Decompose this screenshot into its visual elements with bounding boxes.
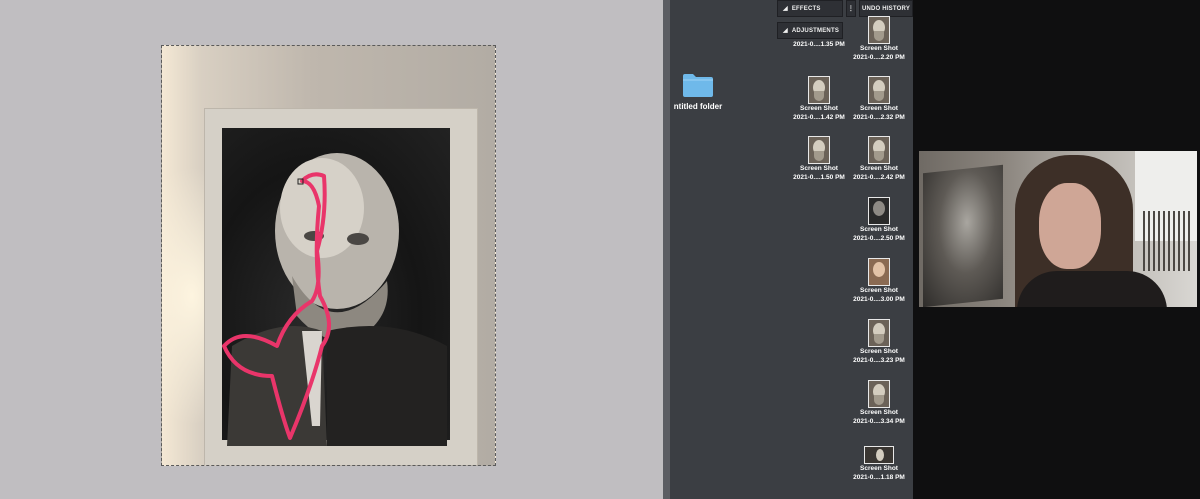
file-date: 2021-0....1.50 PM (793, 174, 845, 181)
adjustments-tab-label: ADJUSTMENTS (791, 28, 840, 34)
triangle-icon: ◢ (783, 6, 788, 12)
screenshot-thumbnail (868, 319, 890, 347)
file-item[interactable]: Screen Shot 2021-0....2.20 PM (848, 16, 910, 62)
file-date: 2021-0....1.35 PM (793, 41, 845, 48)
file-name: Screen Shot (800, 105, 838, 112)
screenshot-thumbnail (808, 76, 830, 104)
file-date: 2021-0....3.34 PM (853, 418, 905, 425)
portrait-coat-right (327, 326, 447, 446)
file-date: 2021-0....3.00 PM (853, 296, 905, 303)
undo-history-tab[interactable]: UNDO HISTORY (859, 0, 913, 17)
folder-label: ntitled folder (673, 102, 723, 111)
file-item[interactable]: Screen Shot 2021-0....3.23 PM (848, 319, 910, 365)
effects-tab[interactable]: ◢ EFFECTS (777, 0, 843, 17)
video-call-panel (913, 0, 1200, 499)
file-name: Screen Shot (860, 226, 898, 233)
file-item[interactable]: Screen Shot 2021-0....2.50 PM (848, 197, 910, 243)
image-canvas[interactable] (0, 0, 663, 499)
portrait-painting (923, 164, 1003, 307)
panel-divider[interactable] (663, 0, 670, 499)
desktop-area: ntitled folder ◢ EFFECTS ⋮ UNDO HISTORY ◢… (670, 0, 913, 499)
file-item[interactable]: Screen Shot 2021-0....1.50 PM (788, 136, 850, 182)
file-item[interactable]: Screen Shot 2021-0....3.34 PM (848, 380, 910, 426)
adjustments-tab[interactable]: ◢ ADJUSTMENTS (777, 22, 843, 39)
file-item[interactable]: 2021-0....1.35 PM (788, 40, 850, 49)
file-name: Screen Shot (860, 465, 898, 472)
panel-menu-button[interactable]: ⋮ (846, 0, 856, 17)
file-date: 2021-0....2.32 PM (853, 114, 905, 121)
folder-icon (682, 72, 714, 98)
effects-tab-label: EFFECTS (791, 6, 821, 12)
screenshot-thumbnail (868, 16, 890, 44)
file-name: Screen Shot (860, 348, 898, 355)
file-date: 2021-0....2.20 PM (853, 54, 905, 61)
file-name: Screen Shot (800, 165, 838, 172)
file-item[interactable]: Screen Shot 2021-0....1.42 PM (788, 76, 850, 122)
participant-face (1039, 183, 1101, 269)
desktop-folder[interactable]: ntitled folder (672, 72, 724, 111)
file-item[interactable]: Screen Shot 2021-0....2.32 PM (848, 76, 910, 122)
participant-body (1017, 271, 1167, 307)
file-date: 2021-0....2.50 PM (853, 235, 905, 242)
screenshot-thumbnail (864, 446, 894, 464)
vertical-dots-icon: ⋮ (847, 6, 855, 12)
file-item[interactable]: Screen Shot 2021-0....1.18 PM (848, 446, 910, 482)
undo-history-tab-label: UNDO HISTORY (861, 6, 911, 12)
screenshot-thumbnail (868, 380, 890, 408)
triangle-icon: ◢ (783, 28, 788, 34)
screenshot-thumbnail (868, 136, 890, 164)
screenshot-thumbnail (868, 76, 890, 104)
file-item[interactable]: Screen Shot 2021-0....3.00 PM (848, 258, 910, 304)
file-name: Screen Shot (860, 409, 898, 416)
file-item[interactable]: Screen Shot 2021-0....2.42 PM (848, 136, 910, 182)
portrait-eye-right (347, 233, 369, 245)
screenshot-thumbnail (868, 258, 890, 286)
file-date: 2021-0....1.18 PM (853, 474, 905, 481)
screenshot-thumbnail (868, 197, 890, 225)
file-date: 2021-0....1.42 PM (793, 114, 845, 121)
participant-video[interactable] (919, 151, 1197, 307)
portrait-photo[interactable] (161, 45, 496, 466)
screenshot-thumbnail (808, 136, 830, 164)
file-date: 2021-0....2.42 PM (853, 174, 905, 181)
file-date: 2021-0....3.23 PM (853, 357, 905, 364)
file-name: Screen Shot (860, 105, 898, 112)
paint-brushes (1143, 211, 1193, 271)
file-name: Screen Shot (860, 45, 898, 52)
file-name: Screen Shot (860, 287, 898, 294)
portrait-sketch (222, 153, 447, 446)
file-name: Screen Shot (860, 165, 898, 172)
